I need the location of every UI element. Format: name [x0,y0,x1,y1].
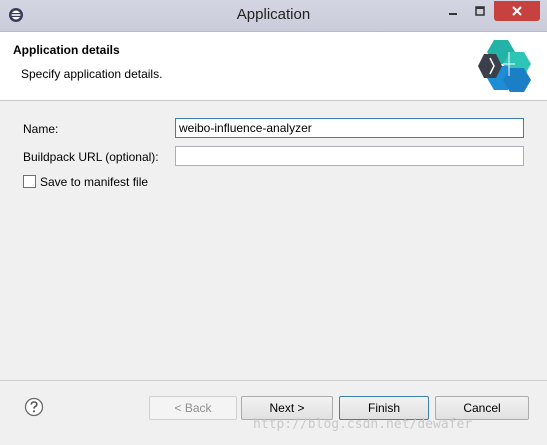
header-banner: Application details Specify application … [0,32,547,101]
page-title: Application details [13,43,120,57]
save-to-manifest-label[interactable]: Save to manifest file [40,175,148,189]
title-bar[interactable]: Application [0,0,547,32]
minimize-icon [449,13,457,15]
minimize-button[interactable] [440,1,466,21]
bluemix-logo [478,40,531,92]
buildpack-url-input[interactable] [175,146,524,166]
name-label: Name: [23,122,59,136]
buildpack-url-label: Buildpack URL (optional): [23,150,159,164]
name-input[interactable] [175,118,524,138]
page-subtitle: Specify application details. [21,67,163,81]
help-icon[interactable] [24,397,44,417]
close-icon [512,6,522,16]
close-button[interactable] [494,1,540,21]
maximize-icon [475,6,485,16]
save-to-manifest-checkbox[interactable] [23,175,36,188]
maximize-button[interactable] [467,1,493,21]
back-button[interactable]: < Back [149,396,237,420]
application-dialog: Application Application details Specify … [0,0,547,445]
watermark-text: http://blog.csdn.net/dewafer [253,417,473,432]
button-bar-separator [0,380,547,381]
